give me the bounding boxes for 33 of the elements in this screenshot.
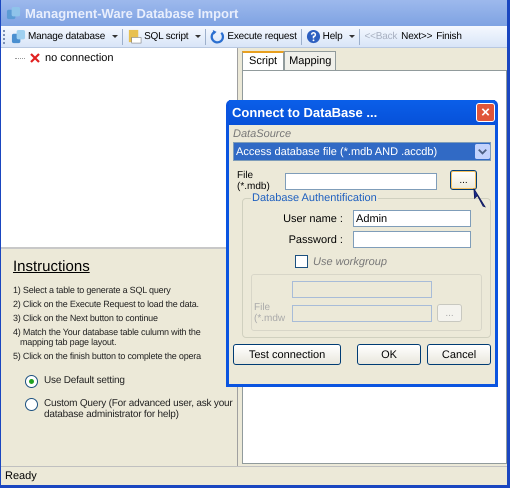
field-label: User name : bbox=[282, 212, 344, 224]
toolbar-button[interactable]: Execute request bbox=[208, 29, 299, 44]
group-legend: Database Authentification bbox=[251, 192, 378, 204]
dialog-button[interactable]: OK bbox=[357, 344, 422, 365]
instruction-step: 4) Match the Your database table culumn with the mapping tab page layout. bbox=[13, 327, 231, 347]
nav-button[interactable]: Next>> bbox=[399, 31, 434, 42]
tree-item[interactable]: no connection bbox=[45, 52, 114, 64]
instruction-step: 2) Click on the Execute Request to load the data. bbox=[13, 299, 231, 309]
checkbox-label[interactable]: Use workgroup bbox=[313, 256, 387, 268]
toolbar-button[interactable]: Manage database bbox=[9, 29, 120, 44]
browse-button[interactable]: ... bbox=[450, 170, 477, 190]
dialog-button[interactable]: Test connection bbox=[233, 344, 342, 365]
toolbar-button[interactable]: SQL script bbox=[125, 29, 204, 44]
nav-button[interactable]: Finish bbox=[434, 31, 464, 42]
instruction-step: 3) Click on the Next button to continue bbox=[13, 313, 231, 323]
instruction-step: 1) Select a table to generate a SQL query bbox=[13, 285, 231, 295]
tab[interactable]: Mapping bbox=[284, 51, 336, 70]
dialog-title: Connect to DataBase ... bbox=[232, 105, 378, 120]
tab[interactable]: Script bbox=[242, 51, 284, 70]
datasource-dropdown[interactable]: Access database file (*.mdb AND .accdb) bbox=[233, 142, 491, 161]
field-label: File (*.mdw bbox=[254, 302, 286, 324]
option-label[interactable]: Custom Query (For advanced user, ask your database administrator for help) bbox=[44, 398, 234, 420]
toolbar-button[interactable]: Help bbox=[304, 29, 358, 44]
instructions-heading: Instructions bbox=[13, 258, 90, 275]
field-label: Password : bbox=[288, 234, 344, 246]
instruction-step: 5) Click on the finish button to complete the opera bbox=[13, 351, 231, 361]
window-title: Managment-Ware Database Import bbox=[25, 6, 238, 20]
field-label: DataSource bbox=[233, 128, 292, 140]
field-label: File (*.mdb) bbox=[236, 170, 271, 192]
close-button[interactable]: × bbox=[476, 103, 495, 122]
dialog-button[interactable]: Cancel bbox=[427, 344, 491, 365]
username-field[interactable]: Admin bbox=[353, 210, 471, 227]
status-text: Ready bbox=[5, 470, 37, 482]
